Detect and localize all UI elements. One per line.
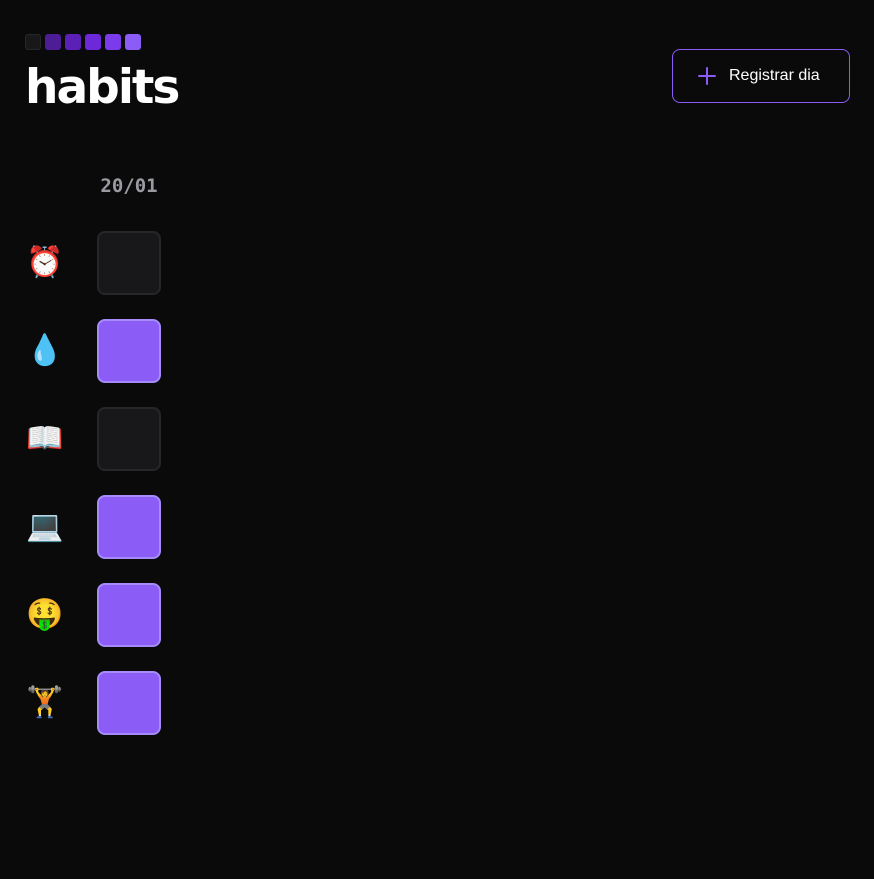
habit-row: 💧 [25,319,165,383]
habit-row: 🤑 [25,583,165,647]
habit-cell-done[interactable] [97,583,161,647]
logo [25,34,141,50]
logo-square [85,34,101,50]
habit-cell-done[interactable] [97,319,161,383]
habit-row: 💻 [25,495,165,559]
habit-cell-done[interactable] [97,671,161,735]
open-book-icon: 📖 [26,422,64,455]
weightlifter-icon: 🏋️ [26,686,64,719]
register-day-label: Registrar dia [729,67,820,84]
logo-square [125,34,141,50]
habit-cell-empty[interactable] [97,407,161,471]
logo-square [45,34,61,50]
water-drop-icon: 💧 [26,334,64,367]
plus-icon [698,67,716,85]
app-title: habits [25,60,180,115]
habit-cell-done[interactable] [97,495,161,559]
logo-square [105,34,121,50]
habit-row: ⏰ [25,231,165,295]
habit-row: 🏋️ [25,671,165,735]
laptop-icon: 💻 [26,510,64,543]
logo-square [25,34,41,50]
money-face-icon: 🤑 [26,598,64,631]
date-column-header: 20/01 [100,175,158,197]
logo-square [65,34,81,50]
habit-row: 📖 [25,407,165,471]
alarm-clock-icon: ⏰ [26,246,64,279]
register-day-button[interactable]: Registrar dia [672,49,850,103]
habit-cell-empty[interactable] [97,231,161,295]
